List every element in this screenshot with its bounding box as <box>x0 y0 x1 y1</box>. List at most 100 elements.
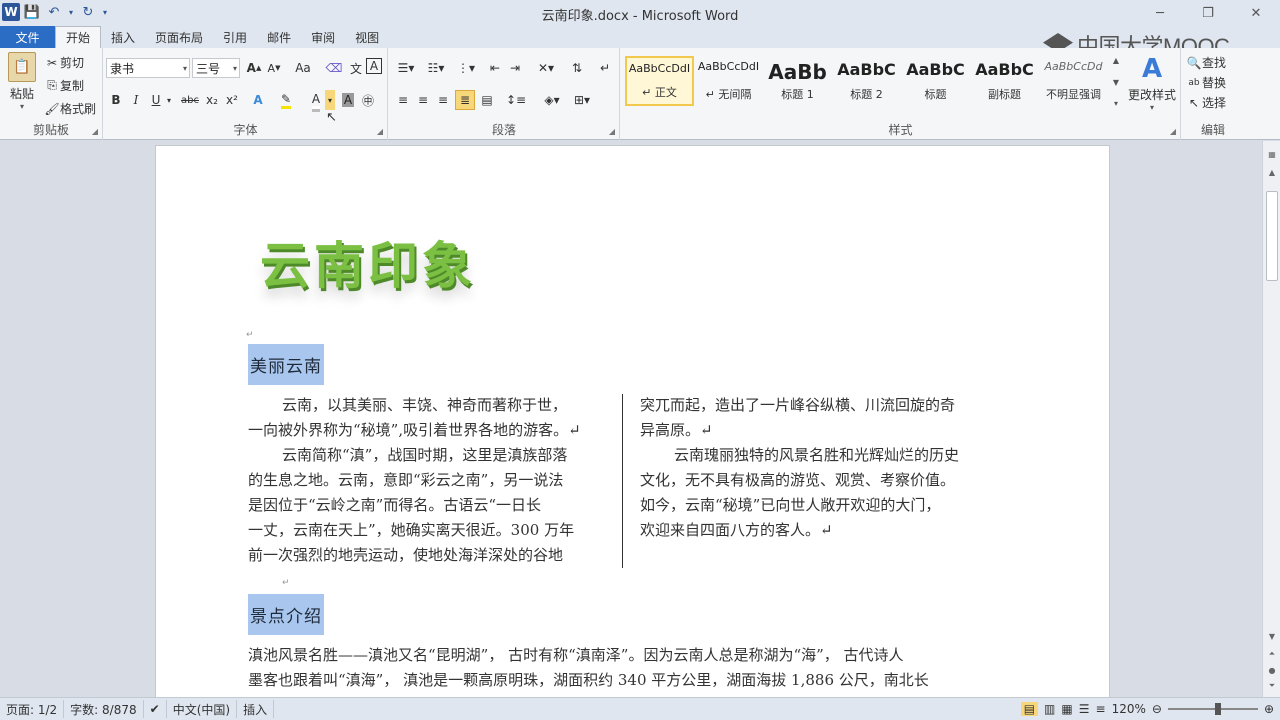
column-2-text[interactable]: 突兀而起，造出了一片峰谷纵横、川流回旋的奇 异高原。↵ 云南瑰丽独特的风景名胜和… <box>640 393 1000 543</box>
browse-object-icon[interactable]: ● <box>1266 663 1278 677</box>
align-center-button[interactable]: ≡ <box>413 90 433 110</box>
style-normal[interactable]: AaBbCcDdI ↵ 正文 <box>625 56 694 106</box>
scroll-up-icon[interactable]: ▲ <box>1113 56 1119 65</box>
paste-button[interactable]: 📋 粘贴 ▾ <box>6 52 38 111</box>
show-marks-button[interactable]: ↵ <box>595 58 615 78</box>
heading-scenic-spots[interactable]: 景点介绍 <box>248 594 324 635</box>
column-1-text[interactable]: 云南，以其美丽、丰饶、神奇而著称于世， 一向被外界称为“秘境”,吸引着世界各地的… <box>248 393 608 568</box>
heading-beautiful-yunnan[interactable]: 美丽云南 <box>248 344 324 385</box>
ruler-toggle-icon[interactable]: ▦ <box>1266 147 1278 161</box>
document-page[interactable]: 云南印象 ↵ 美丽云南 云南，以其美丽、丰饶、神奇而著称于世， 一向被外界称为“… <box>155 145 1110 697</box>
scroll-up-icon[interactable]: ▲ <box>1266 165 1278 179</box>
decrease-indent-button[interactable]: ⇤ <box>485 58 505 78</box>
font-size-combo[interactable]: 三号 ▾ <box>192 58 240 78</box>
italic-button[interactable]: I <box>126 90 146 110</box>
insert-mode[interactable]: 插入 <box>237 700 275 718</box>
scroll-down-icon[interactable]: ▼ <box>1113 78 1119 87</box>
shading-button[interactable]: ◈▾ <box>539 90 565 110</box>
font-name-combo[interactable]: 隶书 ▾ <box>106 58 190 78</box>
copy-button[interactable]: ⎘ 复制 <box>44 77 84 94</box>
word-count[interactable]: 字数: 8/878 <box>64 700 144 718</box>
increase-indent-button[interactable]: ⇥ <box>505 58 525 78</box>
change-styles-button[interactable]: A 更改样式 ▾ <box>1127 52 1177 112</box>
bold-button[interactable]: B <box>106 90 126 110</box>
font-color-button[interactable]: A <box>306 90 326 110</box>
numbering-button[interactable]: ☷▾ <box>423 58 449 78</box>
sort-button[interactable]: ⇅ <box>567 58 587 78</box>
multilevel-list-button[interactable]: ⋮▾ <box>453 58 479 78</box>
select-button[interactable]: ↖ 选择 <box>1186 94 1226 111</box>
find-button[interactable]: 🔍 查找 <box>1186 54 1227 71</box>
clipboard-launcher-icon[interactable]: ◢ <box>92 127 98 136</box>
justify-button[interactable]: ≣ <box>455 90 475 110</box>
scroll-down-icon[interactable]: ▼ <box>1266 629 1278 643</box>
clear-formatting-button[interactable]: ⌫ <box>324 58 344 78</box>
more-styles-icon[interactable]: ▾ <box>1114 99 1118 108</box>
next-page-icon[interactable]: ⏷ <box>1266 679 1278 693</box>
web-layout-icon[interactable]: ▦ <box>1061 702 1072 716</box>
character-shading-button[interactable]: A <box>338 90 358 110</box>
tab-insert[interactable]: 插入 <box>101 26 145 48</box>
bullets-button[interactable]: ☰▾ <box>393 58 419 78</box>
zoom-in-icon[interactable]: ⊕ <box>1264 702 1274 716</box>
vertical-scrollbar[interactable]: ▦ ▲ ▼ ⏶ ● ⏷ <box>1262 141 1280 697</box>
style-subtitle[interactable]: AaBbC 副标题 <box>970 56 1039 106</box>
restore-button[interactable]: ❐ <box>1184 0 1232 26</box>
page-count[interactable]: 页面: 1/2 <box>0 700 65 718</box>
styles-launcher-icon[interactable]: ◢ <box>1170 127 1176 136</box>
draft-icon[interactable]: ≡ <box>1096 702 1106 716</box>
close-button[interactable]: ✕ <box>1232 0 1280 26</box>
style-no-spacing[interactable]: AaBbCcDdI ↵ 无间隔 <box>694 56 763 106</box>
tab-mailings[interactable]: 邮件 <box>257 26 301 48</box>
superscript-button[interactable]: x² <box>222 90 242 110</box>
tab-references[interactable]: 引用 <box>213 26 257 48</box>
zoom-slider-knob[interactable] <box>1215 703 1222 715</box>
previous-page-icon[interactable]: ⏶ <box>1266 647 1278 661</box>
zoom-level[interactable]: 120% <box>1112 702 1146 716</box>
minimize-button[interactable]: ─ <box>1136 0 1184 26</box>
format-painter-button[interactable]: 🖌 格式刷 <box>44 100 96 117</box>
style-heading-2[interactable]: AaBbC 标题 2 <box>832 56 901 106</box>
print-layout-icon[interactable]: ▤ <box>1020 702 1039 716</box>
align-left-button[interactable]: ≡ <box>393 90 413 110</box>
style-subtle-emphasis[interactable]: AaBbCcDd 不明显强调 <box>1039 56 1108 106</box>
subscript-button[interactable]: x₂ <box>202 90 222 110</box>
grow-font-button[interactable]: A ▲ <box>244 58 264 78</box>
styles-scroll[interactable]: ▲ ▼ ▾ <box>1110 56 1122 108</box>
change-case-button[interactable]: Aa <box>290 58 316 78</box>
highlight-button[interactable]: ✎ <box>276 90 296 110</box>
replace-button[interactable]: ab 替换 <box>1186 74 1226 91</box>
underline-dropdown-icon[interactable]: ▾ <box>164 90 174 110</box>
outline-icon[interactable]: ☰ <box>1079 702 1090 716</box>
chinese-layout-button[interactable]: ✕▾ <box>533 58 559 78</box>
tab-view[interactable]: 视图 <box>345 26 389 48</box>
spelling-check-icon[interactable]: ✔ <box>144 700 167 718</box>
underline-button[interactable]: U <box>146 90 166 110</box>
tab-review[interactable]: 审阅 <box>301 26 345 48</box>
style-title[interactable]: AaBbC 标题 <box>901 56 970 106</box>
phonetic-guide-button[interactable]: 文 <box>346 58 366 78</box>
character-border-button[interactable]: A <box>366 58 382 74</box>
borders-button[interactable]: ⊞▾ <box>569 90 595 110</box>
style-heading-1[interactable]: AaBb 标题 1 <box>763 56 832 106</box>
cut-button[interactable]: ✂ 剪切 <box>44 54 84 71</box>
zoom-out-icon[interactable]: ⊖ <box>1152 702 1162 716</box>
scenic-spots-text[interactable]: 滇池风景名胜——滇池又名“昆明湖”， 古时有称“滇南泽”。因为云南人总是称湖为“… <box>248 643 1008 693</box>
font-color-dropdown-icon[interactable]: ▾ <box>325 90 335 110</box>
font-launcher-icon[interactable]: ◢ <box>377 127 383 136</box>
line-spacing-button[interactable]: ↕≡ <box>503 90 529 110</box>
shrink-font-button[interactable]: A ▼ <box>264 58 284 78</box>
strikethrough-button[interactable]: abc <box>178 90 202 110</box>
tab-file[interactable]: 文件 <box>0 26 55 48</box>
align-right-button[interactable]: ≡ <box>433 90 453 110</box>
text-effects-button[interactable]: A <box>248 90 268 110</box>
distributed-button[interactable]: ▤ <box>477 90 497 110</box>
scrollbar-thumb[interactable] <box>1266 191 1278 281</box>
tab-page-layout[interactable]: 页面布局 <box>145 26 213 48</box>
enclose-characters-button[interactable]: ㊥ <box>358 90 378 110</box>
wordart-title[interactable]: 云南印象 <box>260 226 476 298</box>
paragraph-launcher-icon[interactable]: ◢ <box>609 127 615 136</box>
language-indicator[interactable]: 中文(中国) <box>167 700 238 718</box>
tab-home[interactable]: 开始 <box>55 26 102 48</box>
zoom-slider[interactable] <box>1167 703 1258 715</box>
